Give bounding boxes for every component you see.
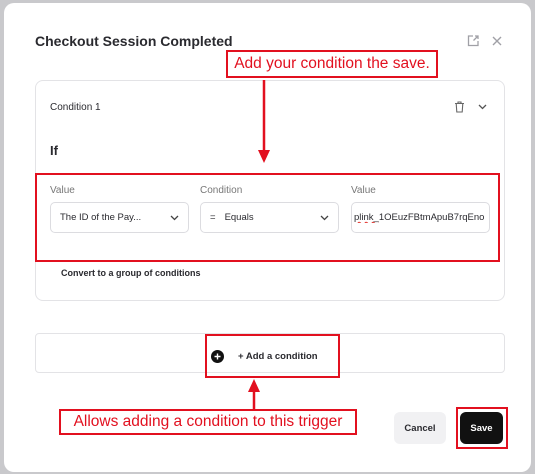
annotation-save-highlight: [456, 407, 508, 449]
condition-title: Condition 1: [50, 102, 101, 113]
annotation-add-highlight: [205, 334, 340, 378]
annotation-bottom-note: Allows adding a condition to this trigge…: [59, 409, 357, 435]
close-icon[interactable]: [490, 34, 504, 48]
modal-title: Checkout Session Completed: [35, 33, 233, 49]
annotation-fields-highlight: [35, 173, 500, 262]
chevron-down-icon[interactable]: [478, 103, 487, 111]
if-label: If: [50, 143, 58, 158]
cancel-button[interactable]: Cancel: [394, 412, 446, 444]
trash-icon[interactable]: [454, 101, 465, 113]
annotation-top-note: Add your condition the save.: [226, 50, 438, 78]
convert-to-group-link[interactable]: Convert to a group of conditions: [61, 268, 201, 278]
external-link-icon[interactable]: [466, 34, 480, 48]
